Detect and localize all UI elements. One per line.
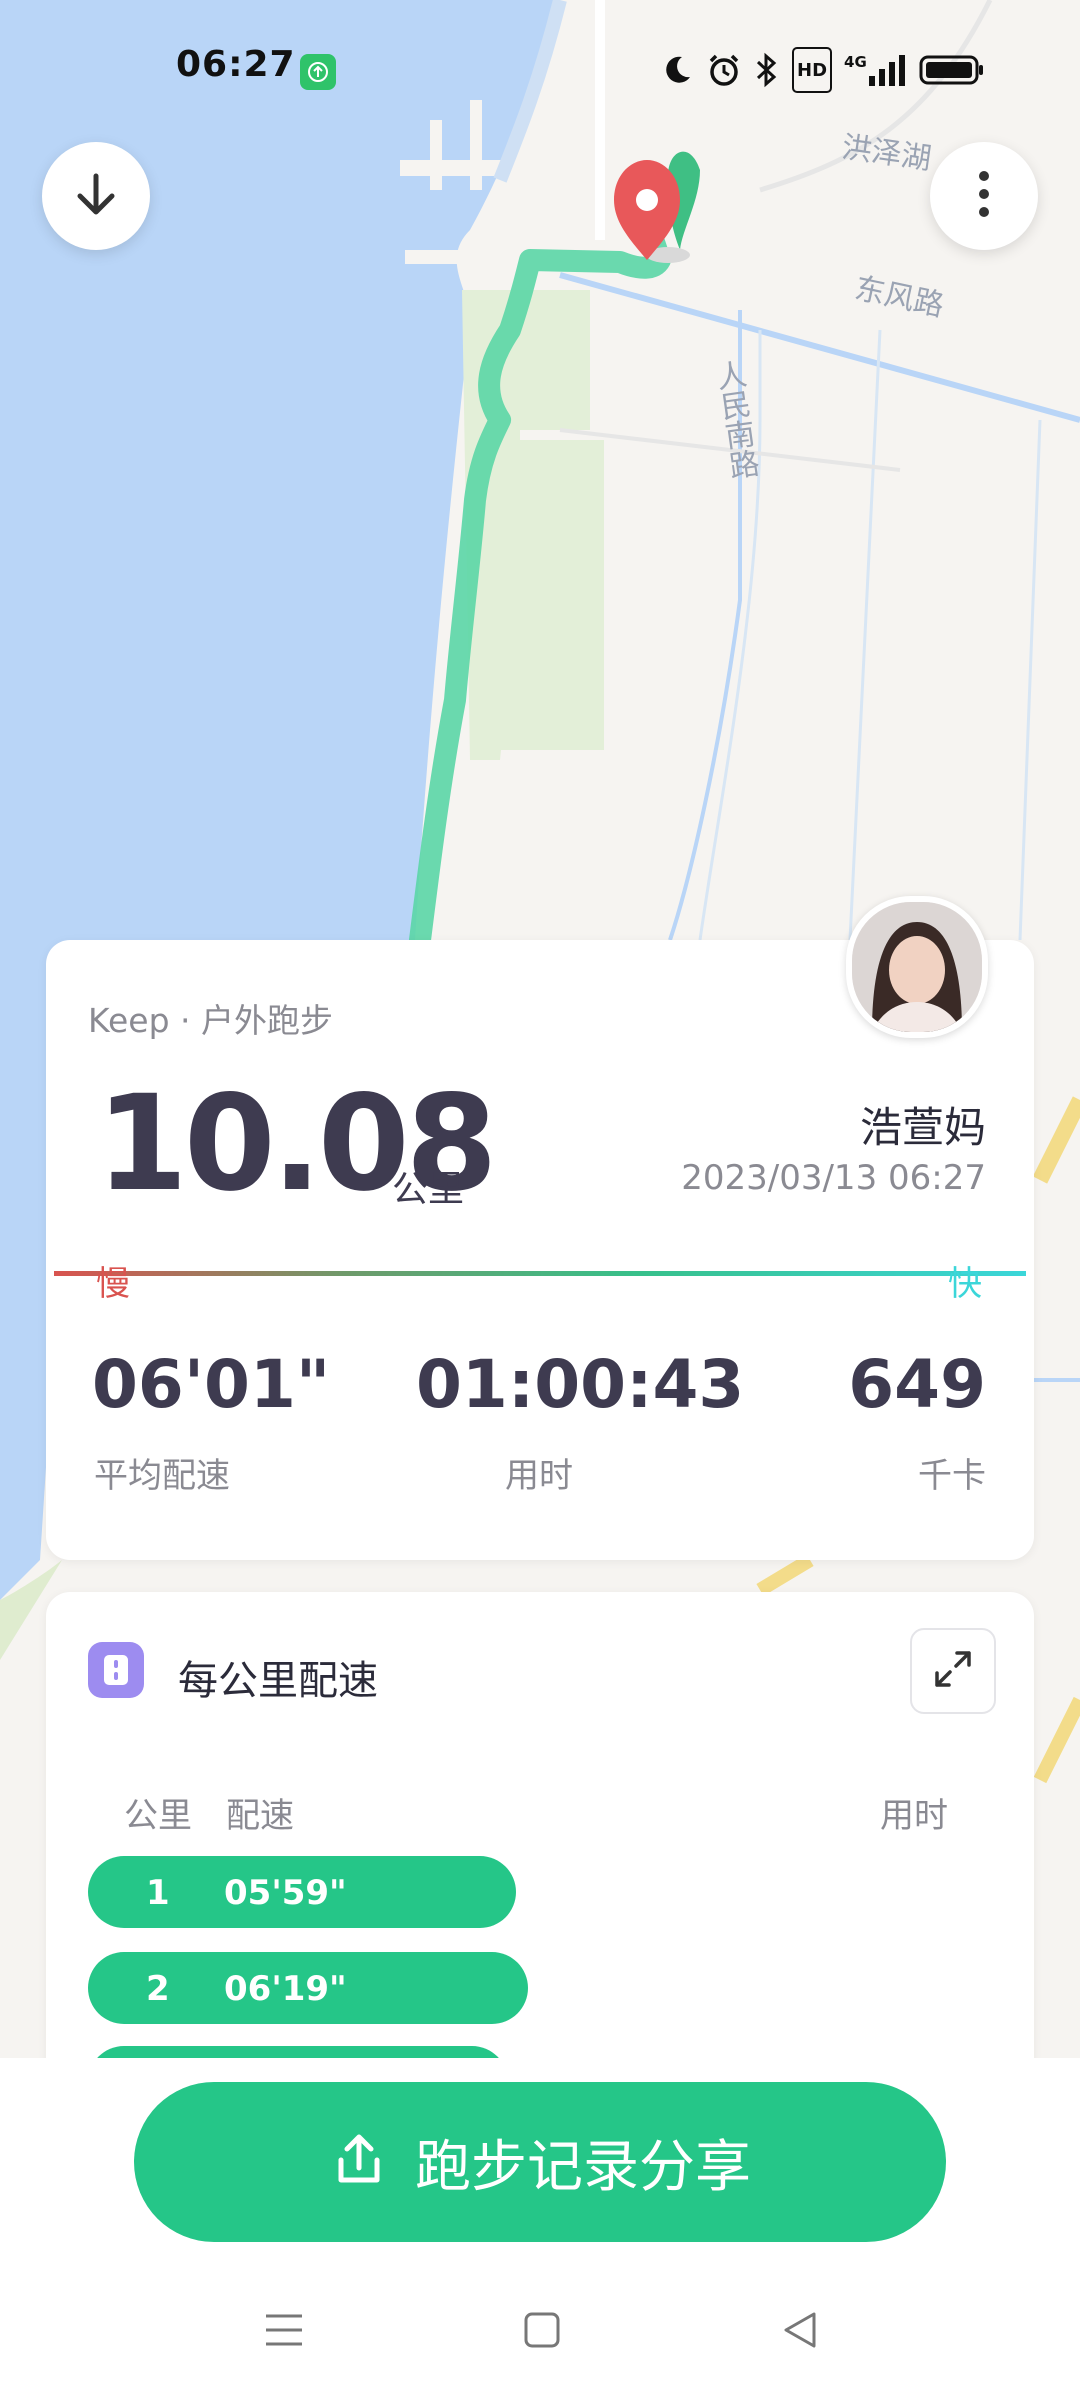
upload-icon <box>300 54 336 90</box>
battery-icon <box>919 50 985 90</box>
status-bar: 06:27 HD 4G <box>0 0 1080 140</box>
run-datetime: 2023/03/13 06:27 <box>681 1158 986 1198</box>
duration-label: 用时 <box>505 1456 573 1496</box>
splits-title: 每公里配速 <box>178 1658 378 1704</box>
duration-value: 01:00:43 <box>416 1346 745 1423</box>
share-run-button[interactable]: 跑步记录分享 <box>134 2082 946 2242</box>
slow-label: 慢 <box>96 1264 130 1304</box>
split-row: 2 06'19" <box>88 1952 528 2024</box>
more-vertical-icon <box>974 168 994 224</box>
col-time-header: 用时 <box>880 1796 948 1836</box>
fast-label: 快 <box>948 1264 982 1304</box>
avg-pace-label: 平均配速 <box>94 1456 230 1496</box>
more-options-button[interactable] <box>930 142 1038 250</box>
split-km: 2 <box>146 1969 170 2009</box>
calories-label: 千卡 <box>918 1456 986 1496</box>
split-row: 1 05'59" <box>88 1856 516 1928</box>
status-time: 06:27 <box>176 44 296 85</box>
arrow-down-icon <box>70 168 122 224</box>
split-pace: 05'59" <box>224 1873 347 1913</box>
col-km-header: 公里 <box>124 1796 192 1836</box>
avatar[interactable] <box>846 896 988 1038</box>
collapse-button[interactable] <box>42 142 150 250</box>
moon-icon <box>660 50 694 90</box>
source-label: Keep · 户外跑步 <box>88 1001 334 1040</box>
back-triangle-icon[interactable] <box>780 2310 820 2354</box>
avg-pace-value: 06'01" <box>92 1346 331 1423</box>
pace-gradient-bar <box>54 1271 1026 1276</box>
menu-icon[interactable] <box>264 2310 304 2354</box>
splits-icon <box>88 1642 144 1698</box>
share-button-label: 跑步记录分享 <box>415 2134 751 2200</box>
home-square-icon[interactable] <box>522 2310 562 2354</box>
expand-icon <box>931 1647 975 1695</box>
alarm-icon <box>706 50 742 90</box>
4g-signal-icon: 4G <box>844 50 907 90</box>
col-pace-header: 配速 <box>226 1796 294 1836</box>
expand-button[interactable] <box>910 1628 996 1714</box>
distance-unit: 公里 <box>392 1169 465 1210</box>
username: 浩萱妈 <box>859 1103 986 1152</box>
bluetooth-icon <box>754 50 780 90</box>
split-pace: 06'19" <box>224 1969 347 2009</box>
split-km: 1 <box>146 1873 170 1913</box>
hd-icon: HD <box>792 47 833 93</box>
share-icon <box>329 2130 389 2194</box>
calories-value: 649 <box>848 1346 986 1423</box>
